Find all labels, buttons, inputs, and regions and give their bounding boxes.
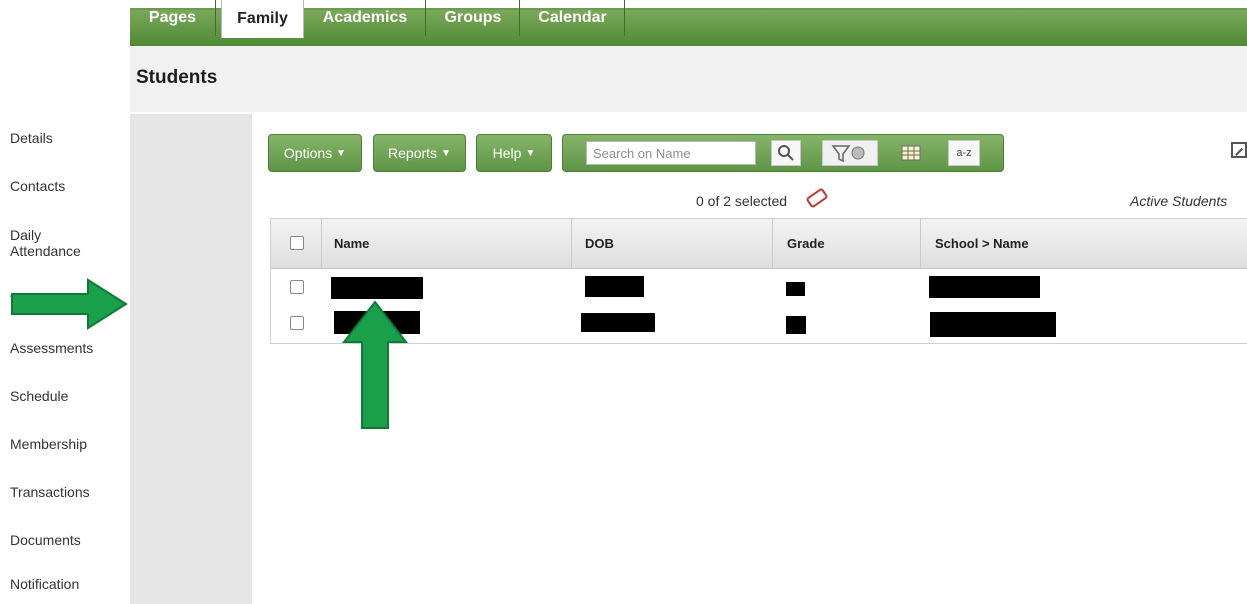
- page-header: [130, 46, 1247, 112]
- side-item-transactions[interactable]: Transactions: [0, 468, 122, 516]
- row-checkbox[interactable]: [290, 280, 304, 294]
- redacted-school: [929, 276, 1040, 298]
- side-item-daily-attendance[interactable]: Daily Attendance: [0, 210, 122, 276]
- popout-icon[interactable]: [1231, 142, 1247, 158]
- side-item-documents[interactable]: Documents: [0, 516, 122, 564]
- redacted-school: [930, 312, 1056, 337]
- side-nav: [130, 114, 252, 604]
- side-item-notification[interactable]: Notification: [0, 564, 122, 604]
- side-item-assessments[interactable]: Assessments: [0, 324, 122, 372]
- options-label: Options: [283, 145, 333, 161]
- redacted-dob: [581, 313, 655, 332]
- annotation-arrow-up-icon: [341, 300, 409, 429]
- side-item-membership[interactable]: Membership: [0, 420, 122, 468]
- reports-button[interactable]: Reports ▼: [373, 134, 466, 172]
- tab-groups[interactable]: Groups: [427, 0, 520, 36]
- caret-down-icon: ▼: [525, 147, 536, 159]
- select-all-checkbox[interactable]: [290, 236, 304, 250]
- row-checkbox[interactable]: [290, 316, 304, 330]
- redacted-grade: [786, 282, 805, 296]
- column-divider: [920, 219, 921, 269]
- column-divider: [571, 219, 572, 269]
- side-item-schedule[interactable]: Schedule: [0, 372, 122, 420]
- caret-down-icon: ▼: [441, 147, 451, 159]
- options-button[interactable]: Options ▼: [268, 134, 362, 172]
- sort-az-icon[interactable]: a-z: [948, 140, 980, 166]
- column-header-grade[interactable]: Grade: [787, 236, 825, 251]
- column-header-name[interactable]: Name: [334, 236, 369, 251]
- selection-status: 0 of 2 selected: [696, 193, 788, 209]
- annotation-arrow-right-icon: [11, 278, 128, 330]
- column-divider: [321, 219, 322, 269]
- redacted-grade: [786, 316, 806, 334]
- filter-icon[interactable]: [822, 140, 878, 166]
- column-header-school[interactable]: School > Name: [935, 236, 1029, 251]
- tab-pages[interactable]: Pages: [130, 0, 216, 36]
- page-title: Students: [136, 67, 218, 88]
- side-item-contacts[interactable]: Contacts: [0, 162, 122, 210]
- columns-grid-icon[interactable]: [898, 140, 924, 166]
- caret-down-icon: ▼: [336, 147, 347, 159]
- reports-label: Reports: [388, 145, 438, 161]
- side-item-details[interactable]: Details: [0, 114, 122, 162]
- redacted-name[interactable]: [331, 277, 423, 299]
- help-label: Help: [492, 145, 522, 161]
- column-header-dob[interactable]: DOB: [585, 236, 614, 251]
- search-input[interactable]: [586, 141, 756, 165]
- search-icon[interactable]: [771, 140, 801, 166]
- tab-calendar[interactable]: Calendar: [521, 0, 625, 36]
- redacted-dob: [585, 276, 644, 297]
- tab-academics[interactable]: Academics: [305, 0, 426, 36]
- sort-az-label: a-z: [956, 147, 972, 159]
- tab-family[interactable]: Family: [221, 0, 304, 38]
- eraser-icon[interactable]: [805, 187, 829, 209]
- table-header: [271, 219, 1247, 269]
- column-divider: [772, 219, 773, 269]
- help-button[interactable]: Help ▼: [476, 134, 552, 172]
- filter-label[interactable]: Active Students: [1130, 193, 1227, 209]
